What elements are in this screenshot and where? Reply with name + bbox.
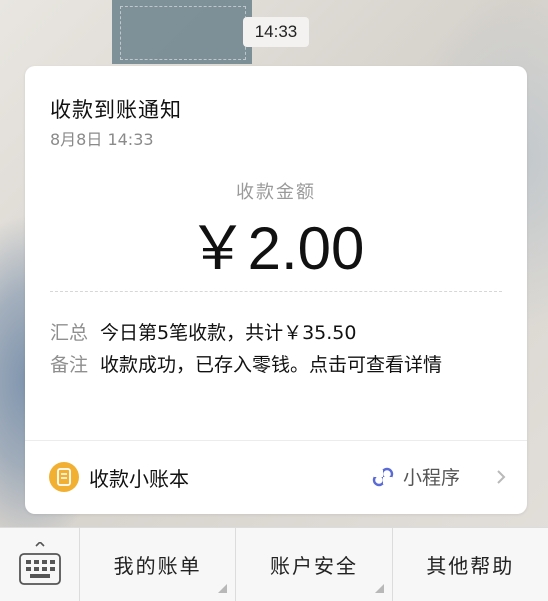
ledger-label[interactable]: 收款小账本 — [89, 463, 189, 492]
ledger-icon — [49, 462, 79, 492]
menu-other-help[interactable]: 其他帮助 — [393, 528, 548, 601]
mini-program-icon — [372, 467, 394, 487]
summary-key: 汇总 — [50, 322, 89, 344]
summary-row: 汇总 今日第5笔收款，共计￥35.50 — [50, 318, 507, 349]
card-footer[interactable]: 收款小账本 小程序 — [25, 441, 527, 514]
submenu-indicator — [218, 584, 228, 593]
remark-key: 备注 — [50, 354, 89, 376]
menu-other-help-label: 其他帮助 — [426, 554, 515, 578]
submenu-indicator — [374, 584, 384, 593]
summary-value: 今日第5笔收款，共计￥35.50 — [100, 322, 357, 344]
chevron-right-icon — [497, 470, 506, 484]
service-menu-bar: 我的账单 账户安全 其他帮助 — [0, 527, 548, 601]
menu-my-bills-label: 我的账单 — [113, 554, 202, 578]
mini-program-label[interactable]: 小程序 — [403, 463, 460, 490]
menu-my-bills[interactable]: 我的账单 — [80, 528, 237, 601]
menu-account-security-label: 账户安全 — [269, 554, 358, 578]
remark-value: 收款成功，已存入零钱。点击可查看详情 — [100, 354, 443, 376]
keyboard-icon — [19, 542, 61, 585]
message-timestamp: 14:33 — [243, 17, 309, 47]
menu-account-security[interactable]: 账户安全 — [236, 528, 393, 601]
keyboard-toggle-button[interactable] — [0, 528, 80, 601]
background-sign-border — [120, 6, 246, 60]
notification-title: 收款到账通知 — [50, 98, 182, 122]
payment-notification-card[interactable]: 收款到账通知 8月8日 14:33 收款金额 ￥2.00 汇总 今日第5笔收款，… — [25, 66, 527, 514]
amount-value: ￥2.00 — [187, 215, 365, 282]
remark-row: 备注 收款成功，已存入零钱。点击可查看详情 — [50, 350, 507, 381]
dashed-divider — [50, 291, 502, 292]
notification-date: 8月8日 14:33 — [50, 130, 154, 149]
